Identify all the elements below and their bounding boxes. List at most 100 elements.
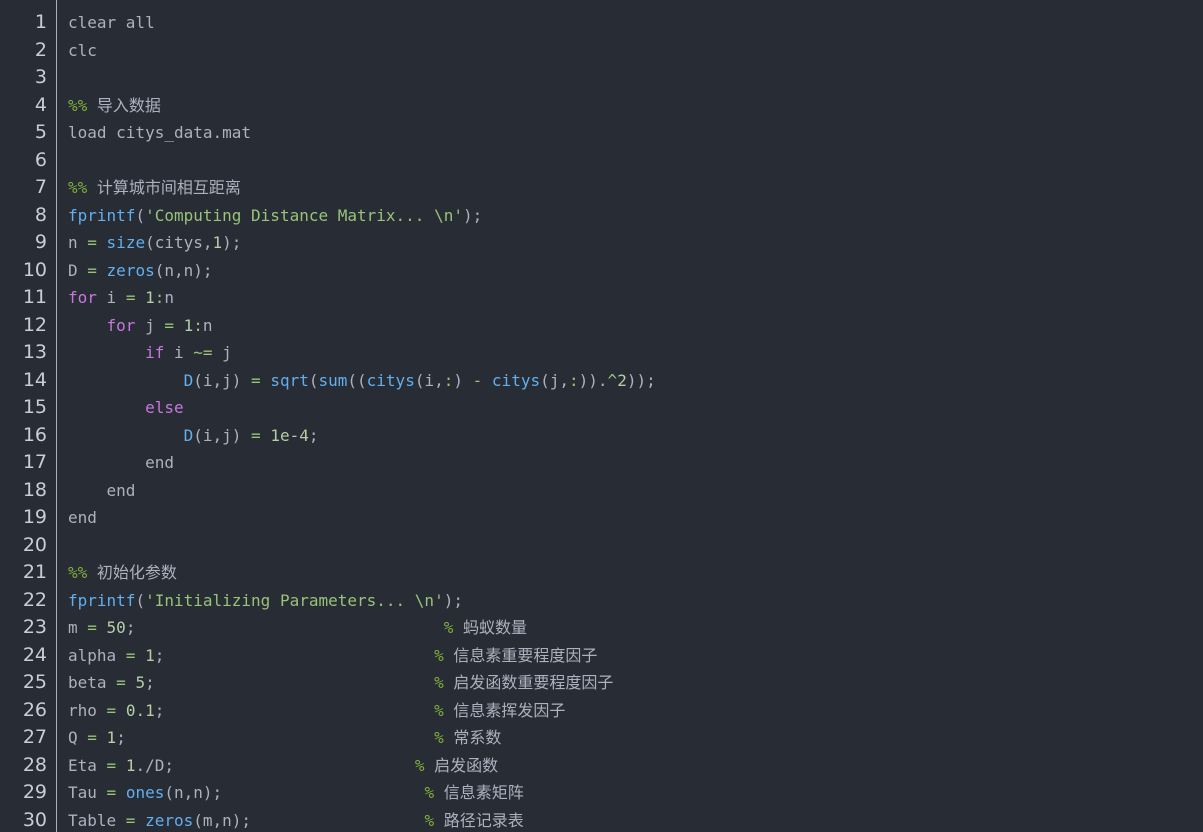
code-line[interactable]: 20 (0, 532, 1203, 560)
code-line[interactable]: 28 Eta = 1./D; % 启发函数 (0, 752, 1203, 780)
code-token: 导入数据 (96, 95, 161, 115)
line-number: 4 (34, 93, 47, 116)
line-code: for i = 1:n (68, 284, 174, 312)
line-number: 28 (22, 753, 47, 776)
code-token: = (125, 288, 136, 307)
code-line[interactable]: 9 n = size(citys,1); (0, 229, 1203, 257)
line-code: rho = 0.1; % 信息素挥发因子 (68, 697, 565, 725)
code-line[interactable]: 30 Table = zeros(m,n); % 路径记录表 (0, 807, 1203, 832)
code-line[interactable]: 4%% 导入数据 (0, 92, 1203, 120)
code-token: n (164, 288, 175, 307)
code-line[interactable]: 5 load citys_data.mat (0, 119, 1203, 147)
code-token: sum (318, 370, 348, 390)
code-token: (n,n); (154, 260, 213, 280)
code-token: (i,j) (193, 425, 252, 445)
code-editor[interactable]: 1 clear all 2 clc 3 4%% 导入数据 5 load citys_data.… (0, 0, 1203, 832)
code-line[interactable]: 14 D(i,j) = sqrt(sum((citys(i,:) - citys… (0, 367, 1203, 395)
code-line[interactable]: 7%% 计算城市间相互距离 (0, 174, 1203, 202)
code-token: (i,j) (193, 370, 252, 390)
line-code: D(i,j) = sqrt(sum((citys(i,:) - citys(j,… (68, 367, 656, 395)
code-token: else (145, 398, 184, 417)
line-code: %% 计算城市间相互距离 (68, 174, 241, 202)
code-line[interactable]: 1 clear all (0, 9, 1203, 37)
line-number: 24 (22, 643, 47, 666)
line-number: 11 (22, 286, 47, 308)
line-number: 21 (22, 561, 47, 583)
line-code: else (68, 394, 184, 422)
code-line[interactable]: 8 fprintf('Computing Distance Matrix... \… (0, 202, 1203, 230)
line-number: 19 (22, 506, 47, 528)
line-number: 18 (22, 478, 47, 501)
code-line[interactable]: 25 beta = 5; % 启发函数重要程度因子 (0, 669, 1203, 697)
code-line[interactable]: 19 end (0, 504, 1203, 532)
line-code: fprintf('Computing Distance Matrix... \n… (68, 202, 482, 230)
line-number: 1 (34, 11, 47, 33)
code-token: = (125, 810, 136, 830)
code-token: ^ (607, 370, 618, 390)
code-line[interactable]: 21%% 初始化参数 (0, 559, 1203, 587)
code-token: ; (154, 645, 435, 665)
code-token: Eta (68, 755, 107, 775)
code-line[interactable]: 16 D(i,j) = 1e-4; (0, 422, 1203, 450)
code-token: (( (347, 370, 367, 390)
code-token: )). (578, 370, 608, 390)
line-code: Table = zeros(m,n); % 路径记录表 (68, 807, 524, 832)
code-line[interactable]: 2 clc (0, 37, 1203, 65)
code-token: end (68, 508, 97, 527)
line-number: 17 (22, 451, 47, 473)
line-number: 22 (22, 588, 47, 611)
code-token: 5 (135, 673, 146, 692)
line-number: 14 (22, 368, 47, 391)
code-token: zeros (145, 810, 194, 830)
code-line[interactable]: 27 Q = 1; % 常系数 (0, 724, 1203, 752)
line-number: 25 (22, 671, 47, 693)
code-token: %% (68, 563, 97, 582)
line-code: clc (68, 37, 97, 65)
code-line[interactable]: 3 (0, 64, 1203, 92)
code-token: 0.1 (125, 700, 155, 720)
code-token: = (164, 315, 174, 335)
code-line[interactable]: 22 fprintf('Initializing Parameters... \n… (0, 587, 1203, 615)
code-token: 1e-4 (270, 425, 309, 445)
line-number: 30 (22, 808, 47, 831)
code-token: if (145, 343, 165, 362)
code-token: (j, (540, 370, 569, 390)
code-token: D (68, 260, 88, 280)
code-token: for (68, 288, 97, 307)
code-token: clc (68, 40, 97, 60)
code-line[interactable]: 29 Tau = ones(n,n); % 信息素矩阵 (0, 779, 1203, 807)
code-token: (i, (414, 370, 444, 390)
code-token: = (251, 425, 261, 445)
code-token: ( (135, 205, 146, 225)
code-token: D (183, 425, 194, 445)
code-line[interactable]: 6 (0, 147, 1203, 175)
code-line[interactable]: 12 for j = 1:n (0, 312, 1203, 340)
code-line[interactable]: 11 for i = 1:n (0, 284, 1203, 312)
code-line[interactable]: 26 rho = 0.1; % 信息素挥发因子 (0, 697, 1203, 725)
code-token: 信息素挥发因子 (453, 700, 566, 720)
code-line[interactable]: 15 else (0, 394, 1203, 422)
code-line[interactable]: 23 m = 50; % 蚂蚁数量 (0, 614, 1203, 642)
code-token: : (193, 315, 203, 335)
code-token: ones (125, 783, 165, 802)
code-token: 1 (183, 315, 194, 335)
code-token: ; (145, 673, 435, 692)
line-number: 3 (34, 66, 47, 88)
code-line[interactable]: 13 if i ~= j (0, 339, 1203, 367)
code-token: rho (68, 700, 107, 720)
code-token: 1 (106, 728, 117, 747)
code-line[interactable]: 10 D = zeros(n,n); (0, 257, 1203, 285)
code-line[interactable]: 24 alpha = 1; % 信息素重要程度因子 (0, 642, 1203, 670)
code-line[interactable]: 17 end (0, 449, 1203, 477)
code-token: 1 (125, 755, 136, 775)
code-line[interactable]: 18 end (0, 477, 1203, 505)
